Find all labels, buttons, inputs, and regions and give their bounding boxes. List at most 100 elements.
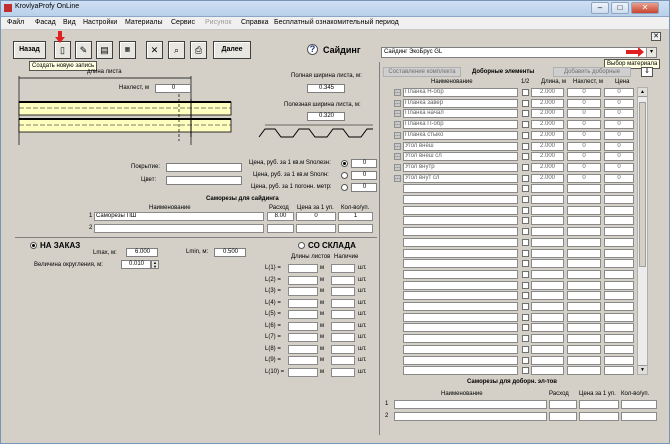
extra-overlap[interactable]: 0 <box>567 130 601 140</box>
menu-drawing[interactable]: Рисунок <box>205 19 231 26</box>
extra-name[interactable]: Планка стыко <box>403 130 518 140</box>
extras-screws-name[interactable] <box>394 412 547 421</box>
extra-overlap[interactable]: 0 <box>567 173 601 183</box>
extra-length[interactable]: 2.000 <box>531 98 564 108</box>
delete-icon[interactable]: ✕ <box>146 41 163 59</box>
extra-length[interactable]: 2.000 <box>531 141 564 151</box>
extras-screws-name[interactable] <box>394 400 547 409</box>
form-close-icon[interactable]: ✕ <box>651 32 661 41</box>
extra-length[interactable] <box>531 366 564 376</box>
extra-half-checkbox[interactable] <box>522 206 529 214</box>
extra-length[interactable] <box>531 302 564 311</box>
scroll-down-icon[interactable]: ▼ <box>638 365 647 374</box>
extra-name[interactable] <box>403 323 518 333</box>
extra-name[interactable]: Угол внеш <box>403 141 518 151</box>
extra-name[interactable] <box>403 227 518 237</box>
extra-name[interactable] <box>403 344 518 354</box>
extra-overlap[interactable] <box>567 237 601 247</box>
extra-name[interactable] <box>403 280 518 290</box>
availability-input[interactable] <box>331 333 355 342</box>
extra-half-checkbox[interactable] <box>522 313 529 321</box>
extra-length[interactable] <box>531 259 564 269</box>
availability-input[interactable] <box>331 275 355 285</box>
extra-length[interactable] <box>531 205 564 215</box>
extra-overlap[interactable] <box>567 312 601 322</box>
price-meter-radio[interactable] <box>341 184 348 191</box>
menu-facade[interactable]: Фасад <box>35 19 56 26</box>
extra-half-checkbox[interactable] <box>522 121 529 129</box>
extra-overlap[interactable]: 0 <box>567 98 601 108</box>
extra-overlap[interactable]: 0 <box>567 141 601 151</box>
print-icon[interactable]: ⎙ <box>190 41 207 59</box>
extra-half-checkbox[interactable] <box>522 260 529 268</box>
full-width-input[interactable]: 0.345 <box>307 84 345 93</box>
maximize-icon[interactable]: □ <box>611 2 629 14</box>
extra-length[interactable] <box>531 355 564 365</box>
color-input[interactable] <box>166 176 242 185</box>
extra-name[interactable] <box>403 269 518 279</box>
availability-input[interactable] <box>331 287 355 296</box>
availability-input[interactable] <box>331 344 355 354</box>
extra-name[interactable] <box>403 237 518 247</box>
extra-half-checkbox[interactable] <box>522 270 529 278</box>
extra-price[interactable]: 0 <box>604 88 634 97</box>
extra-overlap[interactable]: 0 <box>567 88 601 97</box>
availability-input[interactable] <box>331 367 355 377</box>
extra-length[interactable] <box>531 269 564 279</box>
order-radio[interactable] <box>30 242 37 249</box>
extra-half-checkbox[interactable] <box>522 238 529 246</box>
extra-half-checkbox[interactable] <box>522 185 529 193</box>
lmin-input[interactable]: 0.500 <box>214 248 246 257</box>
length-input[interactable] <box>288 275 318 285</box>
extra-length[interactable] <box>531 280 564 290</box>
row-menu-icon[interactable]: … <box>394 163 401 171</box>
extra-overlap[interactable]: 0 <box>567 152 601 162</box>
extra-half-checkbox[interactable] <box>522 89 529 96</box>
row-menu-icon[interactable]: … <box>394 142 401 150</box>
extra-price[interactable]: 0 <box>604 109 634 119</box>
screws-row-rate[interactable] <box>267 224 294 233</box>
extra-overlap[interactable] <box>567 216 601 226</box>
extra-overlap[interactable] <box>567 195 601 204</box>
availability-input[interactable] <box>331 310 355 319</box>
row-menu-icon[interactable]: … <box>394 131 401 139</box>
extra-length[interactable]: 2.000 <box>531 173 564 183</box>
extra-name[interactable]: Планка Н-обр <box>403 88 518 97</box>
extra-price[interactable] <box>604 237 634 247</box>
coating-input[interactable] <box>166 163 242 172</box>
extra-name[interactable]: Планка П-обр <box>403 120 518 130</box>
extra-length[interactable] <box>531 227 564 237</box>
length-input[interactable] <box>288 310 318 319</box>
length-input[interactable] <box>288 287 318 296</box>
extras-screws-rate[interactable] <box>549 412 577 421</box>
availability-input[interactable] <box>331 298 355 308</box>
extra-price[interactable]: 0 <box>604 141 634 151</box>
extra-name[interactable]: Планка начал <box>403 109 518 119</box>
extra-name[interactable] <box>403 302 518 311</box>
extra-half-checkbox[interactable] <box>522 345 529 353</box>
extra-overlap[interactable]: 0 <box>567 109 601 119</box>
extras-screws-price[interactable] <box>579 412 619 421</box>
table-icon[interactable]: ▤ <box>96 41 113 59</box>
extra-name[interactable] <box>403 334 518 344</box>
extra-half-checkbox[interactable] <box>522 292 529 300</box>
screws-row-qty[interactable]: 1 <box>338 212 373 221</box>
row-menu-icon[interactable]: … <box>394 110 401 118</box>
extra-overlap[interactable] <box>567 344 601 354</box>
length-input[interactable] <box>288 321 318 331</box>
extra-price[interactable]: 0 <box>604 130 634 140</box>
extra-price[interactable] <box>604 269 634 279</box>
minimize-icon[interactable]: – <box>591 2 609 14</box>
extras-screws-qty[interactable] <box>621 400 657 409</box>
add-extras-button[interactable]: Добавить доборные <box>553 67 631 77</box>
extra-overlap[interactable] <box>567 248 601 258</box>
extra-length[interactable] <box>531 248 564 258</box>
chevron-down-icon[interactable]: ▾ <box>646 48 656 57</box>
screws-row-rate[interactable]: 8.00 <box>267 212 294 221</box>
compose-kit-button[interactable]: Составление комплекта <box>383 67 461 77</box>
close-icon[interactable]: ✕ <box>631 2 659 14</box>
extra-name[interactable] <box>403 312 518 322</box>
extra-length[interactable]: 2.000 <box>531 162 564 172</box>
extra-price[interactable] <box>604 355 634 365</box>
extra-overlap[interactable]: 0 <box>567 120 601 130</box>
